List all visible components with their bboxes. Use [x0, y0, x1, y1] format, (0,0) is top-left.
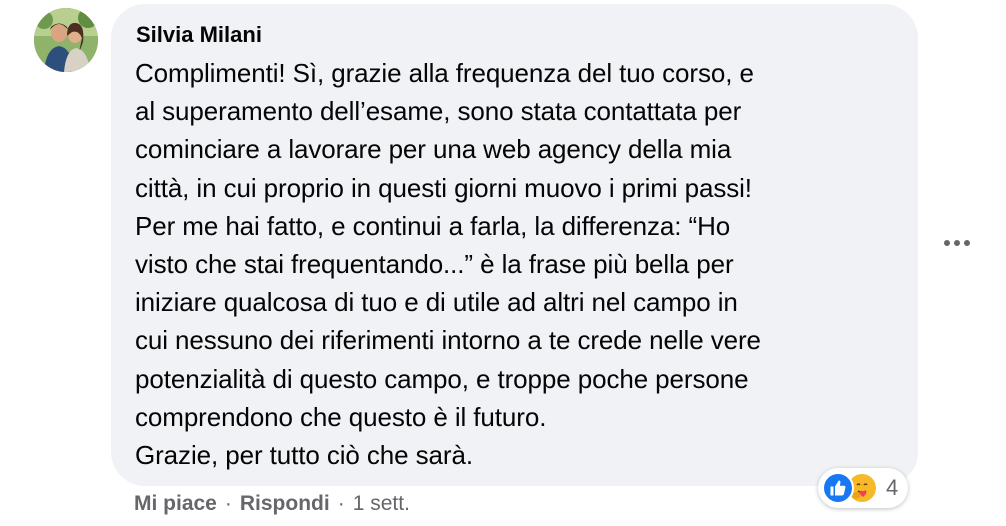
comment-actions: Mi piace · Rispondi · 1 sett. [134, 490, 410, 518]
comment-line: potenzialità di questo campo, e troppe p… [135, 363, 749, 394]
comment-line: Complimenti! Sì, grazie alla frequenza d… [135, 58, 754, 88]
more-options-button[interactable] [937, 228, 977, 258]
avatar[interactable] [34, 8, 98, 72]
more-dot-icon [944, 240, 950, 246]
comment-text: Complimenti! Sì, grazie alla frequenza d… [135, 54, 894, 474]
comment-line: città, in cui proprio in questi giorni m… [135, 172, 752, 203]
comment-line: cominciare a lavorare per una web agency… [135, 134, 732, 165]
comment-line: al superamento dell’esame, sono stata co… [135, 96, 742, 127]
comment-line: Per me hai fatto, e continui a farla, la… [135, 210, 731, 241]
reaction-count: 4 [886, 475, 899, 500]
like-icon [822, 472, 854, 504]
more-dot-icon [964, 240, 970, 246]
reply-button[interactable]: Rispondi [240, 490, 330, 518]
action-separator: · [337, 492, 345, 515]
like-button[interactable]: Mi piace [134, 490, 217, 518]
reactions-summary[interactable]: 4 [818, 468, 909, 508]
timestamp[interactable]: 1 sett. [353, 490, 410, 518]
more-dot-icon [954, 240, 960, 246]
comment-line: visto che stai frequentando...” è la fra… [135, 249, 734, 280]
avatar-photo [34, 8, 98, 72]
action-separator: · [224, 492, 232, 515]
comment: Silvia Milani Complimenti! Sì, grazie al… [0, 0, 1006, 526]
author-name[interactable]: Silvia Milani [136, 20, 894, 50]
comment-line: iniziare qualcosa di tuo e di utile ad a… [135, 287, 738, 318]
comment-line: cui nessuno dei riferimenti intorno a te… [135, 325, 761, 356]
comment-bubble: Silvia Milani Complimenti! Sì, grazie al… [111, 4, 918, 486]
comment-line: Grazie, per tutto ciò che sarà. [135, 440, 473, 471]
comment-line: comprendono che questo è il futuro. [135, 401, 547, 432]
